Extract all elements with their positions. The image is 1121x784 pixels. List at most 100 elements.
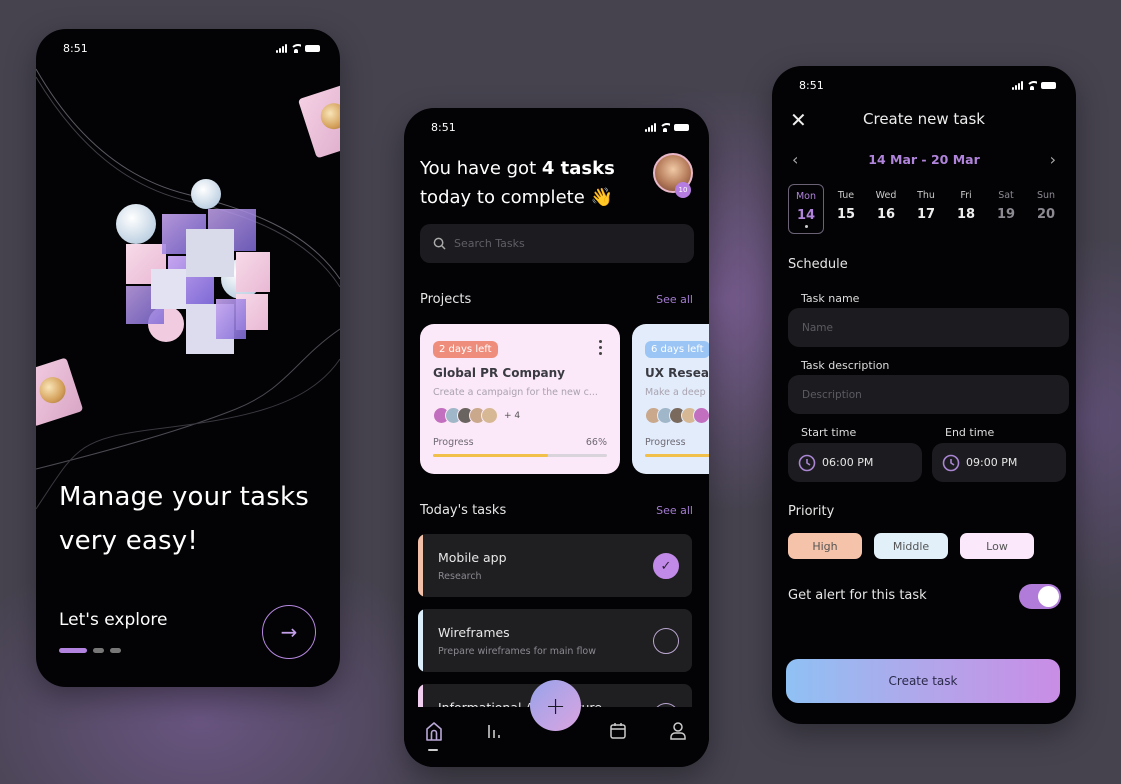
day-picker: Mon 14 Tue 15 Wed 16 Thu 17 Fri 18 Sat 19 Sun 20 bbox=[788, 184, 1064, 234]
start-time-value: 06:00 PM bbox=[822, 456, 874, 469]
nav-calendar[interactable] bbox=[606, 719, 630, 743]
signal-icon bbox=[1012, 80, 1023, 90]
alert-label: Get alert for this task bbox=[788, 588, 927, 603]
notification-badge: 10 bbox=[675, 182, 691, 198]
screen-title: Create new task bbox=[863, 110, 985, 128]
task-checkbox[interactable] bbox=[653, 628, 679, 654]
next-button[interactable]: → bbox=[262, 605, 316, 659]
projects-carousel[interactable]: 2 days left Global PR Company Create a c… bbox=[420, 324, 709, 474]
day-name: Thu bbox=[917, 190, 935, 201]
day-date: 20 bbox=[1036, 207, 1056, 222]
greeting-prefix: You have got bbox=[420, 158, 537, 179]
day-name: Sat bbox=[998, 190, 1014, 201]
task-name: Wireframes bbox=[438, 625, 510, 640]
team-avatars: + 4 bbox=[433, 407, 607, 424]
projects-title: Projects bbox=[420, 292, 472, 307]
chevron-left-icon[interactable]: ‹ bbox=[792, 150, 798, 169]
greeting-count: 4 tasks bbox=[541, 158, 615, 179]
task-description-input[interactable] bbox=[802, 388, 1042, 401]
stats-icon bbox=[488, 725, 500, 738]
day-date: 14 bbox=[796, 208, 816, 223]
day-option[interactable]: Sun 20 bbox=[1028, 184, 1064, 234]
chevron-right-icon[interactable]: › bbox=[1050, 150, 1056, 169]
projects-header: Projects See all bbox=[420, 292, 693, 307]
search-input[interactable] bbox=[454, 237, 654, 250]
task-name: Mobile app bbox=[438, 550, 507, 565]
week-range: 14 Mar - 20 Mar bbox=[868, 152, 980, 167]
task-checkbox[interactable]: ✓ bbox=[653, 553, 679, 579]
nav-profile[interactable] bbox=[666, 719, 690, 743]
project-card[interactable]: 6 days left UX Research Make a deep rese… bbox=[632, 324, 709, 474]
page-dot-active[interactable] bbox=[59, 648, 87, 653]
task-name-field[interactable] bbox=[788, 308, 1069, 347]
toggle-knob bbox=[1038, 586, 1059, 607]
greeting-heading: You have got 4 tasks today to complete 👋 bbox=[420, 154, 630, 212]
tasks-see-all-link[interactable]: See all bbox=[656, 504, 693, 517]
deadline-badge: 2 days left bbox=[433, 341, 498, 358]
more-options-icon[interactable] bbox=[599, 340, 602, 355]
task-priority-stripe bbox=[418, 534, 423, 597]
day-option[interactable]: Tue 15 bbox=[828, 184, 864, 234]
task-description-field[interactable] bbox=[788, 375, 1069, 414]
greeting-suffix: today to complete bbox=[420, 187, 585, 208]
priority-high-button[interactable]: High bbox=[788, 533, 862, 559]
task-name-label: Task name bbox=[801, 292, 860, 305]
day-option[interactable]: Sat 19 bbox=[988, 184, 1024, 234]
task-item[interactable]: Wireframes Prepare wireframes for main f… bbox=[418, 609, 692, 672]
priority-low-button[interactable]: Low bbox=[960, 533, 1034, 559]
project-card[interactable]: 2 days left Global PR Company Create a c… bbox=[420, 324, 620, 474]
wifi-icon bbox=[1027, 80, 1037, 90]
search-bar[interactable] bbox=[420, 224, 694, 263]
alert-toggle[interactable] bbox=[1019, 584, 1061, 609]
profile-icon bbox=[670, 722, 686, 740]
status-bar: 8:51 bbox=[431, 120, 689, 134]
deadline-badge: 6 days left bbox=[645, 341, 709, 358]
task-item[interactable]: Mobile app Research ✓ bbox=[418, 534, 692, 597]
task-priority-stripe bbox=[418, 609, 423, 672]
member-avatar bbox=[481, 407, 498, 424]
progress-bar bbox=[433, 454, 607, 457]
day-name: Mon bbox=[795, 191, 817, 202]
priority-middle-button[interactable]: Middle bbox=[874, 533, 948, 559]
member-avatar bbox=[693, 407, 709, 424]
nav-stats[interactable] bbox=[482, 719, 506, 743]
status-time: 8:51 bbox=[431, 120, 456, 134]
day-name: Fri bbox=[960, 190, 972, 201]
end-time-label: End time bbox=[945, 426, 995, 439]
create-task-button[interactable]: Create task bbox=[786, 659, 1060, 703]
onboarding-screen: 8:51 Manage your tasks very easy! Let's … bbox=[36, 29, 340, 687]
start-time-label: Start time bbox=[801, 426, 857, 439]
day-option[interactable]: Wed 16 bbox=[868, 184, 904, 234]
page-dot[interactable] bbox=[110, 648, 121, 653]
schedule-label: Schedule bbox=[788, 257, 848, 272]
project-title: UX Research bbox=[645, 366, 709, 380]
clock-icon bbox=[798, 454, 816, 471]
end-time-picker[interactable]: 09:00 PM bbox=[932, 443, 1066, 482]
progress-bar bbox=[645, 454, 709, 457]
task-subtitle: Prepare wireframes for main flow bbox=[438, 646, 597, 657]
day-option[interactable]: Thu 17 bbox=[908, 184, 944, 234]
team-avatars bbox=[645, 407, 709, 424]
tasks-title: Today's tasks bbox=[420, 503, 507, 518]
progress-fill bbox=[433, 454, 548, 457]
day-option[interactable]: Fri 18 bbox=[948, 184, 984, 234]
page-dot[interactable] bbox=[93, 648, 104, 653]
project-description: Create a campaign for the new c... bbox=[433, 387, 598, 398]
create-task-screen: 8:51 ✕ Create new task ‹ 14 Mar - 20 Mar… bbox=[772, 66, 1076, 724]
project-title: Global PR Company bbox=[433, 366, 566, 380]
explore-label: Let's explore bbox=[59, 610, 168, 630]
hero-cube-illustration bbox=[116, 179, 270, 354]
start-time-picker[interactable]: 06:00 PM bbox=[788, 443, 922, 482]
status-bar: 8:51 bbox=[799, 78, 1056, 92]
projects-see-all-link[interactable]: See all bbox=[656, 293, 693, 306]
page-indicator bbox=[59, 648, 121, 653]
add-task-button[interactable]: + bbox=[530, 680, 581, 731]
search-icon bbox=[433, 237, 446, 250]
status-time: 8:51 bbox=[799, 78, 824, 92]
nav-home[interactable] bbox=[422, 719, 446, 743]
home-icon bbox=[426, 722, 442, 741]
wifi-icon bbox=[660, 122, 670, 132]
day-option[interactable]: Mon 14 bbox=[788, 184, 824, 234]
task-description-label: Task description bbox=[801, 359, 890, 372]
task-name-input[interactable] bbox=[802, 321, 1042, 334]
